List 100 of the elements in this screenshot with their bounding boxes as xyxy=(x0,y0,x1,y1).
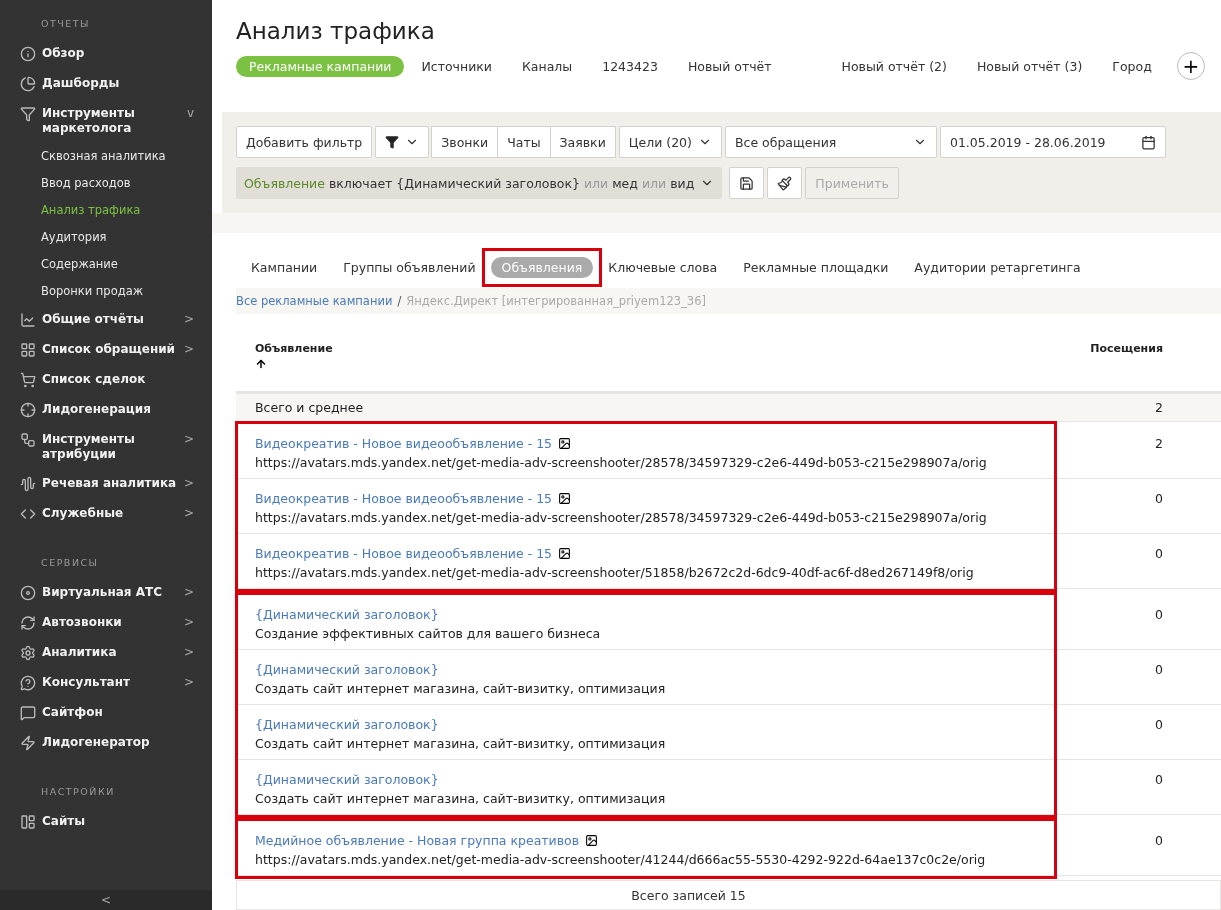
ad-text: Создать сайт интернет магазина, сайт-визитку, оптимизация xyxy=(255,736,666,752)
nav-icon xyxy=(20,735,36,751)
date-field[interactable]: 01.05.2019 - 28.06.2019 xyxy=(939,126,1166,158)
nav-item[interactable]: Список обращений > xyxy=(0,335,212,365)
ad-text: Создать сайт интернет магазина, сайт-визитку, оптимизация xyxy=(255,681,666,697)
page-title: Анализ трафика xyxy=(236,18,436,44)
nav-icon xyxy=(20,506,36,522)
filter-dropdown[interactable] xyxy=(375,126,430,158)
collapse-button[interactable]: < xyxy=(0,890,212,910)
nav-item[interactable]: Инструменты маркетолога v xyxy=(0,99,212,143)
clear-button[interactable] xyxy=(767,167,803,199)
level-tab[interactable]: Ключевые слова xyxy=(597,256,729,278)
ad-title-link[interactable]: {Динамический заголовок} xyxy=(255,607,439,623)
nav-item[interactable]: Список сделок xyxy=(0,365,212,395)
level-tab[interactable]: Кампании xyxy=(240,256,329,278)
level-tab[interactable]: Аудитории ретаргетинга xyxy=(903,256,1092,278)
nav-item[interactable]: Инструменты атрибуции > xyxy=(0,425,212,469)
report-tab[interactable]: 1243423 xyxy=(589,55,671,77)
nav-item[interactable]: Речевая аналитика > xyxy=(0,469,212,499)
nav-item[interactable]: Служебные > xyxy=(0,499,212,529)
nav-subitem[interactable]: Воронки продаж xyxy=(0,278,212,305)
ad-title-link[interactable]: Видеокреатив - Новое видеообъявление - 15 xyxy=(255,436,553,452)
nav-icon xyxy=(20,342,36,358)
nav-subitem[interactable]: Аудитория xyxy=(0,224,212,251)
filter-expression[interactable]: Объявление включает {Динамический заголовок} или мед или вид xyxy=(236,167,723,199)
column-header[interactable]: Объявление xyxy=(255,341,333,355)
ad-text: https://avatars.mds.yandex.net/get-media-adv-screenshooter/28578/34597329-c2e6-449d-b053-c215e298907a/orig xyxy=(255,510,987,526)
type-button[interactable]: Звонки xyxy=(431,126,499,158)
breadcrumb-link[interactable]: Все рекламные кампании xyxy=(236,293,393,308)
report-tab[interactable]: Город xyxy=(1099,55,1165,77)
total-row: Всего и среднее 2 xyxy=(236,394,1221,423)
chevron-icon: > xyxy=(183,476,194,490)
ad-title-link[interactable]: Видеокреатив - Новое видеообъявление - 15 xyxy=(255,546,553,562)
ad-title-link[interactable]: {Динамический заголовок} xyxy=(255,717,439,733)
visits-cell: 0 xyxy=(1155,546,1163,562)
chevron-icon: > xyxy=(183,342,194,356)
nav-icon xyxy=(20,402,36,418)
report-tab[interactable]: Каналы xyxy=(509,55,586,77)
type-button[interactable]: Заявки xyxy=(549,126,616,158)
nav-icon xyxy=(20,476,36,492)
nav-item[interactable]: Аналитика > xyxy=(0,638,212,668)
add-filter-button[interactable]: Добавить фильтр xyxy=(236,126,373,158)
chevron-icon: > xyxy=(183,432,194,446)
nav-item[interactable]: Лидогенератор xyxy=(0,728,212,758)
ad-title-link[interactable]: Видеокреатив - Новое видеообъявление - 15 xyxy=(255,491,553,507)
save-button[interactable] xyxy=(729,167,765,199)
nav-icon xyxy=(20,106,36,122)
nav-item[interactable]: Виртуальная АТС > xyxy=(0,578,212,608)
nav-item[interactable]: Общие отчёты > xyxy=(0,305,212,335)
chevron-icon: > xyxy=(183,585,194,599)
sort-icon xyxy=(255,357,267,370)
visits-cell: 2 xyxy=(1155,436,1163,452)
nav-item[interactable]: Обзор xyxy=(0,39,212,69)
nav-subitem[interactable]: Содержание xyxy=(0,251,212,278)
nav-icon xyxy=(20,645,36,661)
appeals-select[interactable]: Все обращения xyxy=(724,126,937,158)
breadcrumb-separator: / xyxy=(397,293,402,308)
type-button[interactable]: Чаты xyxy=(497,126,551,158)
chevron-icon: v xyxy=(186,106,194,120)
ad-title-link[interactable]: Медийное объявление - Новая группа креативов xyxy=(255,833,580,849)
report-tab[interactable]: Новый отчёт (3) xyxy=(963,55,1096,77)
nav-icon xyxy=(20,372,36,388)
records-total: Всего записей 15 xyxy=(236,880,1221,910)
nav-item[interactable]: Сайтфон xyxy=(0,698,212,728)
report-tab[interactable]: Источники xyxy=(408,55,505,77)
ad-title-link[interactable]: {Динамический заголовок} xyxy=(255,662,439,678)
ad-title-link[interactable]: {Динамический заголовок} xyxy=(255,772,439,788)
calendar-icon xyxy=(1140,134,1156,150)
nav-icon xyxy=(20,76,36,92)
nav-subitem[interactable]: Ввод расходов xyxy=(0,170,212,197)
visits-cell: 0 xyxy=(1155,607,1163,623)
nav-item[interactable]: Сайты xyxy=(0,807,212,837)
ad-text: Создать сайт интернет магазина, сайт-визитку, оптимизация xyxy=(255,791,666,807)
chevron-icon: > xyxy=(183,645,194,659)
report-tab[interactable]: Новый отчёт xyxy=(674,55,785,77)
nav-icon xyxy=(20,46,36,62)
visits-cell: 0 xyxy=(1155,833,1163,849)
nav-subitem[interactable]: Анализ трафика xyxy=(0,197,212,224)
nav-item[interactable]: Дашборды xyxy=(0,69,212,99)
nav-icon xyxy=(20,615,36,631)
report-tab[interactable]: Новый отчёт (2) xyxy=(828,55,960,77)
chevron-icon: > xyxy=(183,506,194,520)
nav-item[interactable]: Консультант > xyxy=(0,668,212,698)
column-header[interactable]: Посещения xyxy=(1090,341,1163,355)
filter-icon xyxy=(385,135,400,149)
level-tab[interactable]: Рекламные площадки xyxy=(732,256,900,278)
nav-icon xyxy=(20,312,36,328)
nav-icon xyxy=(20,432,36,448)
visits-cell: 0 xyxy=(1155,662,1163,678)
nav-item[interactable]: Автозвонки > xyxy=(0,608,212,638)
section-title: ОТЧЕТЫ xyxy=(40,17,91,31)
goals-dropdown[interactable]: Цели (20) xyxy=(618,126,722,158)
nav-subitem[interactable]: Сквозная аналитика xyxy=(0,143,212,170)
chevron-icon: > xyxy=(183,312,194,326)
chevron-icon: > xyxy=(183,615,194,629)
brush-icon xyxy=(777,175,793,191)
nav-item[interactable]: Лидогенерация xyxy=(0,395,212,425)
ad-text: https://avatars.mds.yandex.net/get-media-adv-screenshooter/51858/b2672c2d-6dc9-40df-ac6f-d8ed267149f8/orig xyxy=(255,565,974,581)
level-tab[interactable]: Группы объявлений xyxy=(332,256,487,278)
visits-cell: 0 xyxy=(1155,772,1163,788)
